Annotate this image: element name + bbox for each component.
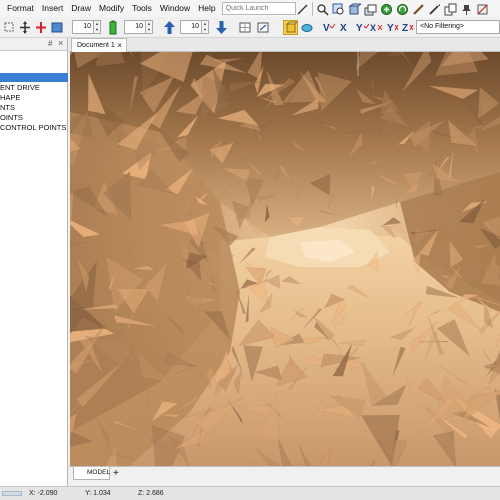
- status-x-coord: X: -2.090: [29, 490, 58, 497]
- spin-arrows-1[interactable]: ▲ ▼: [94, 20, 101, 34]
- svg-text:V: V: [323, 23, 330, 34]
- filter-select[interactable]: <No Filtering>: [416, 20, 500, 34]
- document-tab-strip: Document 1 ×: [69, 38, 500, 52]
- zoom-icon[interactable]: [316, 3, 329, 16]
- copy-icon[interactable]: [444, 3, 457, 16]
- filter-vertex-icon[interactable]: V: [322, 20, 336, 35]
- spin-arrows-3[interactable]: ▲ ▼: [202, 20, 209, 34]
- arrow-up-icon[interactable]: [163, 20, 176, 35]
- tab-document-1-label: Document 1: [77, 42, 115, 49]
- toolbar-row-2: 10 ▲ ▼ 10 ▲ ▼ 10 ▲ ▼ V X Y X Y Z <No Filter…: [0, 18, 500, 38]
- transform-icon[interactable]: [380, 3, 393, 16]
- tree-selected-row[interactable]: [0, 73, 68, 82]
- toolbar-separator: [312, 2, 313, 16]
- menu-window[interactable]: Window: [156, 0, 194, 17]
- measure-icon[interactable]: [412, 3, 425, 16]
- tree-item-control-points[interactable]: CONTROL POINTS: [0, 123, 68, 133]
- render-icon[interactable]: [300, 20, 314, 35]
- stack-view-icon[interactable]: [364, 3, 377, 16]
- filter-y2-icon[interactable]: Y: [386, 20, 400, 35]
- tree-item-nts[interactable]: NTS: [0, 103, 68, 113]
- svg-text:Y: Y: [356, 23, 363, 34]
- pen-icon[interactable]: [428, 3, 441, 16]
- svg-text:Y: Y: [387, 23, 394, 34]
- filter-y-icon[interactable]: Y: [355, 20, 369, 35]
- status-bar: X: -2.090 Y: 1.034 Z: 2.686: [0, 486, 500, 500]
- select-icon[interactable]: [2, 20, 16, 35]
- line-tool-icon[interactable]: [296, 3, 309, 16]
- ortho-icon[interactable]: [256, 20, 270, 35]
- spin-value-2[interactable]: 10: [124, 20, 146, 34]
- tab-model[interactable]: MODEL: [73, 467, 110, 480]
- menu-help[interactable]: Help: [194, 0, 219, 17]
- move-icon[interactable]: [18, 20, 32, 35]
- object-tree: ENT DRIVE HAPE NTS OINTS CONTROL POINTS: [0, 73, 68, 133]
- box-active-icon[interactable]: [283, 20, 298, 35]
- menu-tools[interactable]: Tools: [128, 0, 156, 17]
- toolbar-row-1: [296, 0, 489, 18]
- quick-launch-input[interactable]: [221, 2, 296, 15]
- status-z-coord: Z: 2.686: [138, 490, 164, 497]
- panel-close-icon[interactable]: ×: [58, 38, 63, 48]
- tree-item-hape[interactable]: HAPE: [0, 93, 68, 103]
- hide-icon[interactable]: [476, 3, 489, 16]
- tunnel-mesh-render: [70, 52, 500, 466]
- spin-arrows-2[interactable]: ▲ ▼: [146, 20, 153, 34]
- filter-xy-icon[interactable]: X: [370, 20, 384, 35]
- left-panel-header: # ×: [0, 38, 67, 51]
- tab-document-1[interactable]: Document 1 ×: [71, 38, 127, 52]
- menu-insert[interactable]: Insert: [38, 0, 67, 17]
- svg-text:Z: Z: [402, 23, 408, 34]
- menu-format[interactable]: Format: [3, 0, 38, 17]
- arrow-down-icon[interactable]: [215, 20, 228, 35]
- left-panel: # × ENT DRIVE HAPE NTS OINTS CONTROL POI…: [0, 38, 68, 486]
- status-y-coord: Y: 1.034: [85, 490, 111, 497]
- add-layout-icon[interactable]: +: [113, 467, 119, 480]
- tree-item-oints[interactable]: OINTS: [0, 113, 68, 123]
- 3d-viewport[interactable]: [70, 52, 500, 466]
- layer-box-icon[interactable]: [50, 20, 64, 35]
- filter-x-icon[interactable]: X: [339, 20, 353, 35]
- spin-value-1[interactable]: 10: [72, 20, 94, 34]
- svg-text:X: X: [370, 23, 376, 33]
- tab-model-label: MODEL: [87, 469, 111, 476]
- explode-icon[interactable]: [34, 20, 48, 35]
- rotate-icon[interactable]: [396, 3, 409, 16]
- tree-item-ent-drive[interactable]: ENT DRIVE: [0, 83, 68, 93]
- cube-view-icon[interactable]: [348, 3, 361, 16]
- filter-reset-icon[interactable]: Z: [401, 20, 415, 35]
- panel-pin-icon[interactable]: #: [48, 39, 52, 48]
- close-icon[interactable]: ×: [117, 39, 122, 52]
- snap-grid-icon[interactable]: [238, 20, 252, 35]
- pin-icon[interactable]: [460, 3, 473, 16]
- menu-modify[interactable]: Modify: [95, 0, 128, 17]
- spin-value-3[interactable]: 10: [180, 20, 202, 34]
- menu-draw[interactable]: Draw: [67, 0, 95, 17]
- battery-icon[interactable]: [108, 20, 118, 35]
- layout-tab-strip: MODEL +: [69, 466, 500, 480]
- svg-text:X: X: [340, 23, 347, 34]
- app-window: Format Insert Draw Modify Tools Window H…: [0, 0, 500, 500]
- zoom-window-icon[interactable]: [332, 3, 345, 16]
- status-progress: [2, 491, 22, 496]
